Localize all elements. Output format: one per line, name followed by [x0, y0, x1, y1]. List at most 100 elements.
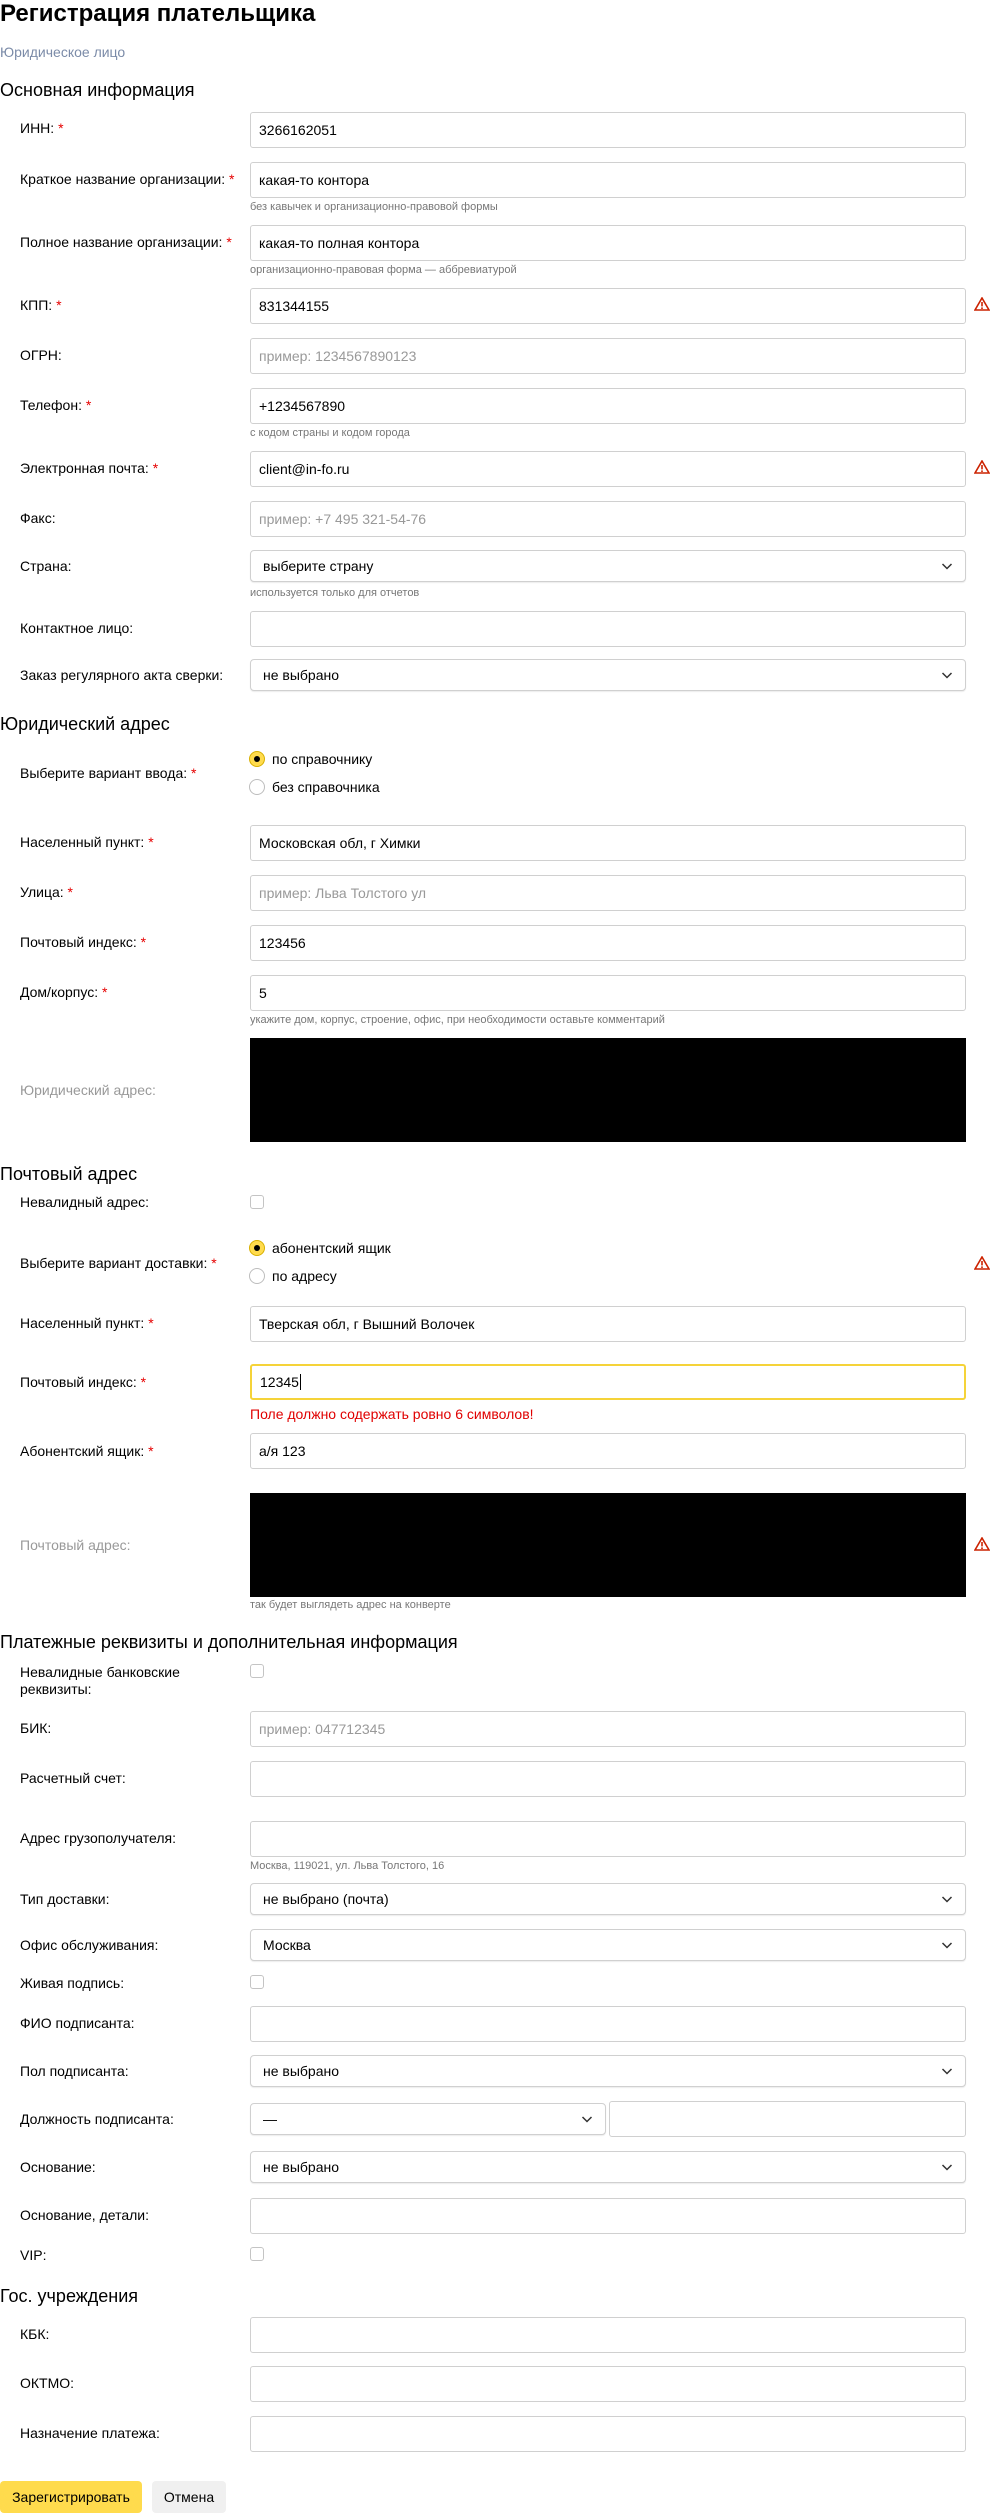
cancel-button[interactable]: Отмена	[152, 2481, 226, 2513]
signer-gender-label: Пол подписанта:	[20, 2063, 129, 2079]
legal-street-input[interactable]: пример: Льва Толстого ул	[250, 875, 966, 911]
ogrn-input[interactable]: пример: 1234567890123	[250, 338, 966, 374]
radio-directory[interactable]	[249, 751, 265, 767]
office-value: Москва	[263, 1937, 311, 1953]
country-select-value: выберите страну	[263, 558, 374, 574]
kpp-input[interactable]: 831344155	[250, 288, 966, 324]
legal-zip-input[interactable]: 123456	[250, 925, 966, 961]
consignee-label: Адрес грузополучателя:	[20, 1830, 176, 1846]
signer-name-input[interactable]	[250, 2006, 966, 2042]
phone-hint: с кодом страны и кодом города	[250, 427, 410, 439]
section-main-title: Основная информация	[0, 80, 195, 100]
email-warning-icon	[974, 460, 990, 474]
radio-po-box[interactable]	[249, 1240, 265, 1256]
radio-no-directory[interactable]	[249, 779, 265, 795]
page-title: Регистрация плательщика	[0, 0, 316, 27]
basis-value: не выбрано	[263, 2159, 340, 2175]
legal-address-label: Юридический адрес:	[20, 1082, 156, 1098]
kbk-label: КБК:	[20, 2326, 50, 2342]
delivery-type-value: не выбрано (почта)	[263, 1891, 389, 1907]
bik-input[interactable]: пример: 047712345	[250, 1711, 966, 1747]
act-select[interactable]: не выбрано	[250, 659, 966, 691]
radio-directory-label: по справочнику	[272, 751, 373, 767]
radio-by-address-label: по адресу	[272, 1268, 337, 1284]
inn-input[interactable]: 3266162051	[250, 112, 966, 148]
phone-label: Телефон: *	[20, 397, 92, 413]
postal-invalid-label: Невалидный адрес:	[20, 1194, 150, 1210]
legal-house-hint: укажите дом, корпус, строение, офис, при…	[250, 1014, 665, 1026]
short-name-input[interactable]: какая-то контора	[250, 162, 966, 198]
purpose-input[interactable]	[250, 2416, 966, 2452]
fax-label: Факс:	[20, 510, 56, 526]
section-payment-title: Платежные реквизиты и дополнительная инф…	[0, 1632, 458, 1652]
legal-zip-label: Почтовый индекс: *	[20, 934, 147, 950]
vip-checkbox[interactable]	[250, 2247, 264, 2261]
legal-house-input[interactable]: 5	[250, 975, 966, 1011]
postal-box-label: Абонентский ящик: *	[20, 1443, 154, 1459]
bik-label: БИК:	[20, 1720, 52, 1736]
contact-label: Контактное лицо:	[20, 620, 134, 636]
invalid-bank-checkbox[interactable]	[250, 1664, 264, 1678]
postal-zip-label: Почтовый индекс: *	[20, 1374, 147, 1390]
fax-input[interactable]: пример: +7 495 321-54-76	[250, 501, 966, 537]
postal-box-input[interactable]: а/я 123	[250, 1433, 966, 1469]
chevron-down-icon	[941, 672, 953, 679]
country-label: Страна:	[20, 558, 72, 574]
office-label: Офис обслуживания:	[20, 1937, 159, 1953]
country-hint: используется только для отчетов	[250, 587, 420, 599]
consignee-input[interactable]	[250, 1821, 966, 1857]
signer-gender-select[interactable]: не выбрано	[250, 2055, 966, 2087]
contact-input[interactable]	[250, 611, 966, 647]
legal-street-label: Улица: *	[20, 884, 73, 900]
legal-city-input[interactable]: Московская обл, г Химки	[250, 825, 966, 861]
legal-house-label: Дом/корпус: *	[20, 984, 108, 1000]
short-name-hint: без кавычек и организационно-правовой фо…	[250, 201, 498, 213]
postal-address-textarea[interactable]	[250, 1493, 966, 1597]
phone-input[interactable]: +1234567890	[250, 388, 966, 424]
chevron-down-icon	[941, 563, 953, 570]
postal-delivery-variant-label: Выберите вариант доставки: *	[20, 1255, 217, 1271]
radio-po-box-label: абонентский ящик	[272, 1240, 391, 1256]
full-name-hint: организационно-правовая форма — аббревиа…	[250, 264, 517, 276]
act-select-value: не выбрано	[263, 667, 340, 683]
ogrn-label: ОГРН:	[20, 347, 62, 363]
signer-name-label: ФИО подписанта:	[20, 2015, 135, 2031]
basis-details-input[interactable]	[250, 2198, 966, 2234]
radio-by-address[interactable]	[249, 1268, 265, 1284]
postal-zip-input[interactable]: 12345	[250, 1364, 966, 1400]
register-button[interactable]: Зарегистрировать	[0, 2481, 142, 2513]
basis-select[interactable]: не выбрано	[250, 2151, 966, 2183]
postal-address-label: Почтовый адрес:	[20, 1537, 131, 1553]
chevron-down-icon	[581, 2116, 593, 2123]
email-input[interactable]: client@in-fo.ru	[250, 451, 966, 487]
full-name-input[interactable]: какая-то полная контора	[250, 225, 966, 261]
chevron-down-icon	[941, 1896, 953, 1903]
section-gov-title: Гос. учреждения	[0, 2286, 139, 2306]
email-label: Электронная почта: *	[20, 460, 159, 476]
delivery-type-select[interactable]: не выбрано (почта)	[250, 1883, 966, 1915]
delivery-warning-icon	[974, 1256, 990, 1270]
entity-type-link[interactable]: Юридическое лицо	[0, 44, 125, 60]
oktmo-input[interactable]	[250, 2366, 966, 2402]
signer-position-select[interactable]: —	[250, 2103, 606, 2135]
postal-address-warning-icon	[974, 1537, 990, 1551]
chevron-down-icon	[941, 1942, 953, 1949]
country-select[interactable]: выберите страну	[250, 550, 966, 582]
section-legal-address-title: Юридический адрес	[0, 714, 170, 734]
legal-address-textarea[interactable]	[250, 1038, 966, 1142]
consignee-hint: Москва, 119021, ул. Льва Толстого, 16	[250, 1860, 445, 1872]
signer-position-input[interactable]	[609, 2101, 966, 2137]
inn-label: ИНН: *	[20, 120, 64, 136]
live-sign-checkbox[interactable]	[250, 1975, 264, 1989]
postal-city-input[interactable]: Тверская обл, г Вышний Волочек	[250, 1306, 966, 1342]
office-select[interactable]: Москва	[250, 1929, 966, 1961]
act-label: Заказ регулярного акта сверки:	[20, 667, 224, 683]
account-label: Расчетный счет:	[20, 1770, 126, 1786]
legal-city-label: Населенный пункт: *	[20, 834, 154, 850]
account-input[interactable]	[250, 1761, 966, 1797]
signer-position-value: —	[263, 2111, 277, 2127]
kbk-input[interactable]	[250, 2317, 966, 2353]
postal-invalid-checkbox[interactable]	[250, 1195, 264, 1209]
postal-zip-error: Поле должно содержать ровно 6 символов!	[250, 1406, 534, 1422]
basis-details-label: Основание, детали:	[20, 2207, 150, 2223]
